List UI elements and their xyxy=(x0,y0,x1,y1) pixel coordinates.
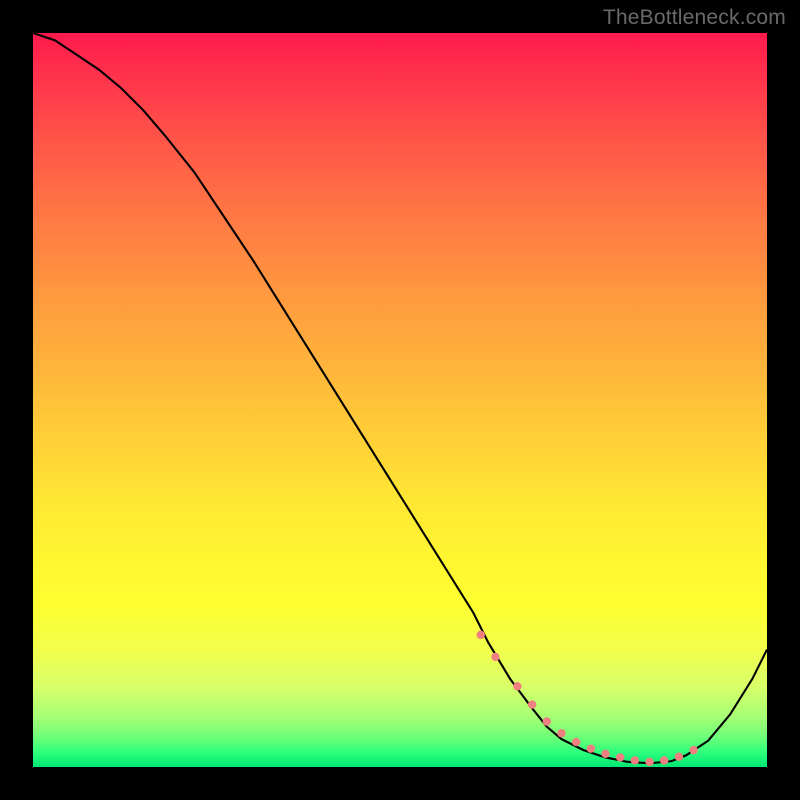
chart-frame: TheBottleneck.com xyxy=(0,0,800,800)
data-dot xyxy=(587,744,595,752)
data-dot xyxy=(513,682,521,690)
bottleneck-curve xyxy=(33,33,767,763)
data-dot xyxy=(543,717,551,725)
data-dot xyxy=(601,750,609,758)
data-dot xyxy=(491,653,499,661)
bottleneck-curve-svg xyxy=(33,33,767,767)
data-marker-dots xyxy=(477,631,698,766)
watermark-text: TheBottleneck.com xyxy=(603,6,786,30)
data-dot xyxy=(528,700,536,708)
data-dot xyxy=(631,756,639,764)
data-dot xyxy=(477,631,485,639)
data-dot xyxy=(557,729,565,737)
data-dot xyxy=(660,756,668,764)
data-dot xyxy=(675,753,683,761)
plot-area xyxy=(33,33,767,767)
data-dot xyxy=(572,738,580,746)
data-dot xyxy=(689,746,697,754)
data-dot xyxy=(616,753,624,761)
data-dot xyxy=(645,758,653,766)
